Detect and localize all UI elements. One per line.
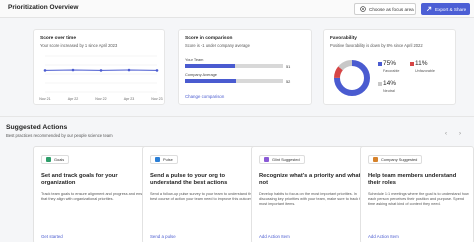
action-tag: Company Suggested	[368, 155, 423, 164]
action-card-description: Track team goals to ensure alignment and…	[41, 192, 148, 201]
change-comparison-link[interactable]: Change comparison	[185, 94, 224, 99]
company-average-bar	[185, 79, 283, 83]
choose-focus-area-button[interactable]: Choose as focus area	[354, 3, 416, 15]
your-team-value: 51	[286, 64, 291, 69]
action-card-priorities[interactable]: Glint Suggested Recognize what's a prior…	[251, 146, 371, 242]
action-tag-label: Pulse	[163, 157, 173, 162]
add-action-item-link[interactable]: Add Action Item	[368, 234, 399, 239]
neutral-swatch	[378, 82, 382, 86]
choose-focus-area-label: Choose as focus area	[369, 6, 414, 12]
unfavorable-swatch	[410, 62, 414, 66]
target-icon	[360, 5, 366, 13]
pulse-icon	[155, 157, 160, 162]
action-tag-label: Company Suggested	[381, 157, 418, 162]
action-card-roles[interactable]: Company Suggested Help team members unde…	[360, 146, 474, 242]
score-point	[99, 69, 103, 72]
action-tag-label: Glint Suggested	[272, 157, 300, 162]
score-over-time-subtitle: Your score increased by 1 since April 20…	[40, 43, 118, 48]
score-point	[155, 69, 159, 72]
get-started-link[interactable]: Get started	[41, 234, 63, 239]
chevron-right-icon[interactable]: ›	[456, 130, 464, 138]
score-point	[127, 68, 131, 72]
company-icon	[373, 157, 378, 162]
favorable-percent: 75%	[383, 60, 397, 67]
send-pulse-link[interactable]: Send a pulse	[150, 234, 176, 239]
x-tick-label: Nov 22	[95, 97, 106, 101]
x-tick-label: Nov 23	[151, 97, 162, 101]
company-average-bar-fill	[185, 79, 236, 83]
x-tick-label: Nov 21	[39, 97, 50, 101]
score-comparison-card: Score in comparison Score is -1 under co…	[178, 29, 312, 105]
score-over-time-card: Score over time Your score increased by …	[33, 29, 165, 105]
action-tag: Glint Suggested	[259, 155, 305, 164]
action-card-pulse[interactable]: Pulse Send a pulse to your org to unders…	[142, 146, 262, 242]
favorability-donut-chart	[334, 60, 370, 96]
neutral-percent: 14%	[383, 80, 397, 87]
your-team-label: Your Team	[185, 57, 204, 62]
export-share-button[interactable]: Export & Share	[421, 3, 470, 15]
export-share-label: Export & Share	[435, 6, 467, 12]
favorable-label: Favorable	[383, 69, 400, 73]
goals-icon	[46, 157, 51, 162]
action-card-title: Set and track goals for your organizatio…	[41, 173, 118, 186]
score-comparison-title: Score in comparison	[185, 36, 233, 41]
glint-icon	[264, 157, 269, 162]
action-tag: Pulse	[150, 155, 178, 164]
unfavorable-label: Unfavorable	[415, 69, 435, 73]
x-tick-label: Apr 22	[68, 97, 79, 101]
score-line-chart: Nov 21 Apr 22 Nov 22 Apr 23 Nov 23	[39, 55, 163, 101]
score-over-time-title: Score over time	[40, 36, 76, 41]
action-card-description: Send a follow-up pulse survey to your te…	[150, 192, 254, 201]
action-card-description: Schedule 1:1 meetings where the goal is …	[368, 192, 469, 206]
action-card-title: Recognize what's a priority and what's n…	[259, 173, 366, 186]
add-action-item-link[interactable]: Add Action Item	[259, 234, 290, 239]
action-card-title: Help team members understand their roles	[368, 173, 457, 186]
company-average-label: Company Average	[185, 72, 217, 77]
page-title: Prioritization Overview	[8, 4, 79, 11]
chevron-left-icon[interactable]: ‹	[442, 130, 450, 138]
action-card-title: Send a pulse to your org to understand t…	[150, 173, 228, 186]
score-point	[43, 69, 47, 72]
your-team-bar	[185, 64, 283, 68]
section-divider	[0, 116, 474, 117]
share-icon	[426, 6, 432, 13]
suggested-actions-title: Suggested Actions	[6, 124, 68, 131]
score-comparison-subtitle: Score is -1 under company average	[185, 43, 250, 48]
action-tag-label: Goals	[54, 157, 65, 162]
neutral-label: Neutral	[383, 89, 395, 93]
favorability-title: Favorability	[330, 36, 357, 41]
action-tag: Goals	[41, 155, 70, 164]
your-team-bar-fill	[185, 64, 235, 68]
action-card-description: Develop habits to focus on the most impo…	[259, 192, 365, 206]
favorability-card: Favorability Positive favorability is do…	[323, 29, 456, 105]
top-bar: Prioritization Overview Choose as focus …	[0, 0, 474, 18]
favorability-subtitle: Positive favorability is down by 8% sinc…	[330, 43, 423, 48]
x-tick-label: Apr 23	[124, 97, 135, 101]
favorable-swatch	[378, 62, 382, 66]
company-average-value: 52	[286, 79, 291, 84]
unfavorable-percent: 11%	[415, 60, 428, 67]
action-card-goals[interactable]: Goals Set and track goals for your organ…	[33, 146, 153, 242]
suggested-actions-subtitle: Best practices recommended by our people…	[6, 133, 113, 138]
score-point	[71, 68, 75, 72]
